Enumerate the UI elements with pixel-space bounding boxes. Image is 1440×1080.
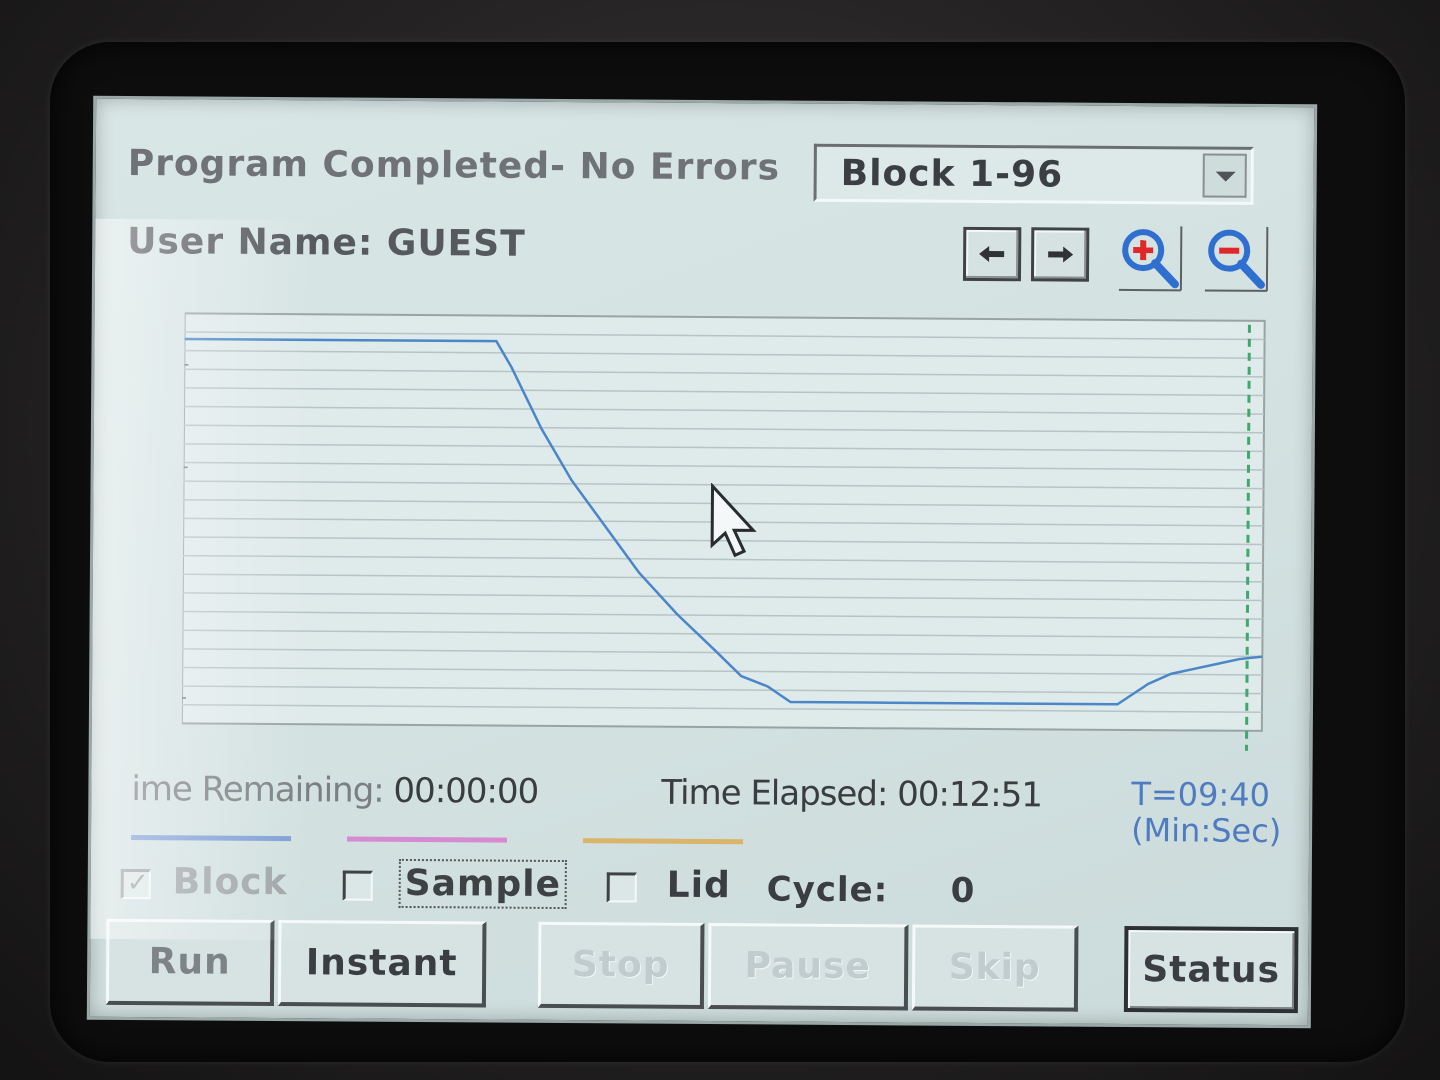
status-button[interactable]: Status (1123, 925, 1299, 1014)
block-checkbox-label: Block (172, 861, 288, 904)
lid-checkbox-label: Lid (666, 864, 731, 907)
legend-block-line (131, 835, 292, 842)
time-elapsed-label: Time Elapsed: (661, 772, 888, 815)
zoom-in-button[interactable] (1117, 224, 1183, 292)
stop-button[interactable]: Stop (537, 921, 705, 1010)
time-remaining-value: 00:00:00 (393, 770, 539, 812)
lcd-screen: Program Completed- No Errors Block 1-96 … (86, 95, 1318, 1029)
program-status-text: Program Completed- No Errors (127, 142, 781, 189)
cursor-time-value: T=09:40 (1131, 775, 1271, 814)
time-elapsed-value: 00:12:51 (897, 774, 1043, 816)
legend-lid-line (583, 838, 744, 845)
chevron-down-icon[interactable] (1202, 153, 1247, 198)
zoom-out-icon (1204, 226, 1269, 292)
arrow-right-icon (1048, 246, 1074, 263)
scroll-right-button[interactable] (1030, 227, 1090, 282)
zoom-in-icon (1118, 226, 1183, 292)
legend-sample-line (347, 836, 508, 843)
user-name-label: User Name: GUEST (127, 220, 526, 265)
block-checkbox[interactable]: ✓ (120, 867, 151, 900)
time-remaining: ime Remaining: 00:00:00 (131, 769, 538, 812)
block-select[interactable]: Block 1-96 (813, 143, 1254, 205)
zoom-out-button[interactable] (1203, 224, 1269, 292)
block-select-value: Block 1-96 (840, 152, 1064, 196)
skip-button[interactable]: Skip (911, 924, 1079, 1012)
cycle-value: 0 (950, 870, 976, 911)
device-bezel: Program Completed- No Errors Block 1-96 … (0, 0, 1440, 1080)
time-elapsed: Time Elapsed: 00:12:51 (661, 773, 1042, 816)
arrow-left-icon (979, 245, 1005, 262)
check-icon: ✓ (126, 867, 149, 899)
cursor-time-units: (Min:Sec) (1131, 811, 1282, 851)
scroll-left-button[interactable] (962, 226, 1022, 282)
trace-checkboxes: ✓ Block Sample Lid Cycle: 0 (120, 855, 1271, 923)
sample-checkbox-label: Sample (398, 858, 568, 910)
sample-checkbox[interactable] (342, 870, 373, 901)
pause-button[interactable]: Pause (707, 923, 909, 1011)
instant-button[interactable]: Instant (277, 920, 487, 1008)
run-button[interactable]: Run (105, 918, 275, 1007)
lid-checkbox[interactable] (606, 872, 637, 903)
cursor-time-readout: T=09:40 (Min:Sec) (1131, 775, 1282, 851)
mouse-pointer-icon (710, 483, 757, 558)
time-remaining-label: ime Remaining: (131, 769, 384, 811)
cycle-label: Cycle: (766, 869, 889, 911)
